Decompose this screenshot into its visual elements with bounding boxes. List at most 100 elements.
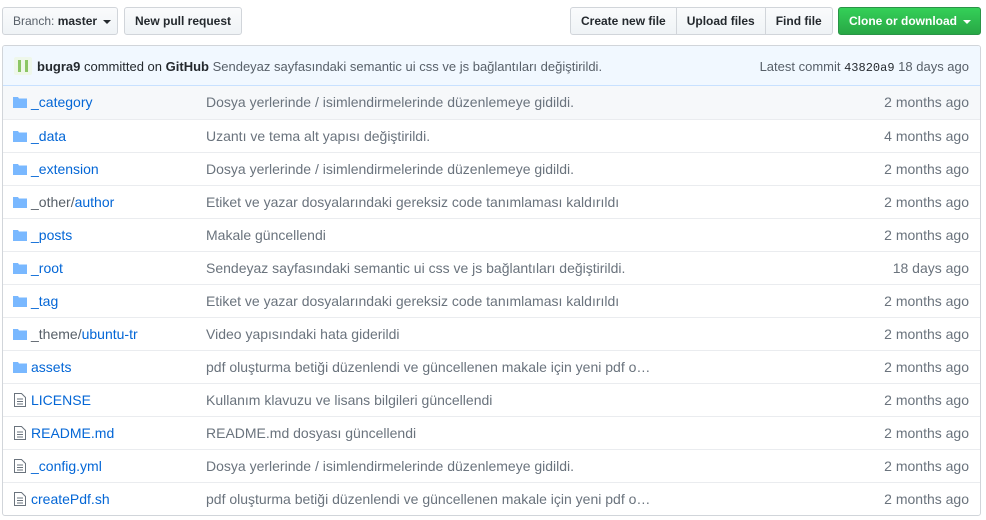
file-age: 2 months ago <box>884 491 969 507</box>
file-name-link[interactable]: _category <box>31 94 92 110</box>
file-name-link[interactable]: _data <box>31 128 66 144</box>
file-row[interactable]: _tag Etiket ve yazar dosyalarındaki gerek… <box>3 284 980 317</box>
file-row[interactable]: createPdf.sh pdf oluşturma betiği düzenle… <box>3 482 980 515</box>
clone-or-download-button[interactable]: Clone or download <box>838 7 981 35</box>
file-commit-message-link[interactable]: pdf oluşturma betiği düzenlendi ve günce… <box>206 491 676 507</box>
file-row[interactable]: _category Dosya yerlerinde / isimlendirme… <box>3 86 980 119</box>
file-name-text: _posts <box>31 227 73 243</box>
commit-author-link[interactable]: bugra9 <box>37 59 80 74</box>
file-name-link[interactable]: assets <box>31 359 71 375</box>
file-commit-message-link[interactable]: Dosya yerlerinde / isimlendirmelerinde d… <box>206 458 676 474</box>
file-name-link[interactable]: createPdf.sh <box>31 491 110 507</box>
file-commit-message-link[interactable]: Uzantı ve tema alt yapısı değiştirildi. <box>206 128 676 144</box>
branch-name: master <box>57 14 98 28</box>
folder-icon <box>13 294 27 308</box>
file-name-link[interactable]: _extension <box>31 161 99 177</box>
file-name-text: _category <box>31 94 93 110</box>
commit-message-link[interactable]: Sendeyaz sayfasındaki semantic ui css ve… <box>213 59 602 74</box>
file-name-text: author <box>74 194 115 210</box>
folder-icon <box>13 195 27 209</box>
file-row[interactable]: LICENSE Kullanım klavuzu ve lisans bilgil… <box>3 383 980 416</box>
file-age: 2 months ago <box>884 425 969 441</box>
file-commit-message-link[interactable]: Video yapısındaki hata giderildi <box>206 326 676 342</box>
file-name-link[interactable]: README.md <box>31 425 114 441</box>
commit-summary: bugra9 committed on GitHub Sendeyaz sayf… <box>37 59 602 74</box>
file-row[interactable]: _root Sendeyaz sayfasındaki semantic ui c… <box>3 251 980 284</box>
file-name-text: _data <box>31 128 67 144</box>
commit-age: 18 days ago <box>898 59 969 74</box>
file-age: 2 months ago <box>884 293 969 309</box>
file-age: 18 days ago <box>892 260 969 276</box>
file-commit-message-link[interactable]: Dosya yerlerinde / isimlendirmelerinde d… <box>206 94 676 110</box>
file-name-link[interactable]: _other/author <box>31 194 114 210</box>
folder-icon <box>13 228 27 242</box>
create-new-file-button[interactable]: Create new file <box>570 7 677 35</box>
file-name-link[interactable]: _tag <box>31 293 58 309</box>
file-row[interactable]: README.md README.md dosyası güncellendi 2 … <box>3 416 980 449</box>
committed-on-text: committed on <box>83 59 163 74</box>
file-age: 2 months ago <box>884 94 969 110</box>
file-name-text: ubuntu-tr <box>81 326 138 342</box>
file-text-icon <box>13 393 27 407</box>
file-name-text: createPdf.sh <box>31 491 110 507</box>
upload-files-button[interactable]: Upload files <box>675 7 766 35</box>
file-name-link[interactable]: _posts <box>31 227 72 243</box>
file-path-prefix: _theme/ <box>31 326 82 342</box>
repo-toolbar: Branch: master New pull request Create n… <box>0 7 986 35</box>
commit-sha-link[interactable]: 43820a9 <box>844 61 894 75</box>
committer-platform-link[interactable]: GitHub <box>166 59 209 74</box>
folder-icon <box>13 129 27 143</box>
file-text-icon <box>13 459 27 473</box>
avatar[interactable] <box>14 57 32 75</box>
latest-commit-bar: bugra9 committed on GitHub Sendeyaz sayf… <box>3 46 980 86</box>
file-row[interactable]: _theme/ubuntu-tr Video yapısındaki hata g… <box>3 317 980 350</box>
file-row[interactable]: _other/author Etiket ve yazar dosyalarınd… <box>3 185 980 218</box>
file-commit-message-link[interactable]: Etiket ve yazar dosyalarındaki gereksiz … <box>206 194 676 210</box>
file-row[interactable]: _posts Makale güncellendi 2 months ago <box>3 218 980 251</box>
file-name-text: LICENSE <box>31 392 91 408</box>
file-age: 2 months ago <box>884 227 969 243</box>
file-name-link[interactable]: LICENSE <box>31 392 91 408</box>
new-pull-request-button[interactable]: New pull request <box>124 7 242 35</box>
file-name-link[interactable]: _theme/ubuntu-tr <box>31 326 138 342</box>
folder-icon <box>13 360 27 374</box>
find-file-button[interactable]: Find file <box>764 7 833 35</box>
latest-commit-info: Latest commit 43820a9 18 days ago <box>760 59 969 75</box>
file-name-text: _extension <box>31 161 99 177</box>
branch-select-button[interactable]: Branch: master <box>2 7 118 35</box>
file-commit-message-link[interactable]: Etiket ve yazar dosyalarındaki gereksiz … <box>206 293 676 309</box>
caret-down-icon <box>103 19 112 24</box>
file-name-text: _config.yml <box>31 458 102 474</box>
file-age: 2 months ago <box>884 359 969 375</box>
file-path-prefix: _other/ <box>31 194 75 210</box>
file-age: 2 months ago <box>884 392 969 408</box>
branch-label: Branch: <box>13 14 55 28</box>
folder-icon <box>13 327 27 341</box>
file-commit-message-link[interactable]: Kullanım klavuzu ve lisans bilgileri gün… <box>206 392 676 408</box>
file-name-text: _tag <box>31 293 59 309</box>
file-age: 2 months ago <box>884 194 969 210</box>
file-text-icon <box>13 426 27 440</box>
file-name-text: assets <box>31 359 72 375</box>
file-name-text: _root <box>31 260 63 276</box>
latest-commit-label: Latest commit <box>759 59 841 74</box>
file-name-text: README.md <box>31 425 115 441</box>
file-row[interactable]: assets pdf oluşturma betiği düzenlendi ve… <box>3 350 980 383</box>
file-browser: bugra9 committed on GitHub Sendeyaz sayf… <box>2 45 981 516</box>
file-commit-message-link[interactable]: pdf oluşturma betiği düzenlendi ve günce… <box>206 359 676 375</box>
file-name-link[interactable]: _config.yml <box>31 458 102 474</box>
file-age: 2 months ago <box>884 458 969 474</box>
file-row[interactable]: _extension Dosya yerlerinde / isimlendirm… <box>3 152 980 185</box>
file-commit-message-link[interactable]: README.md dosyası güncellendi <box>206 425 676 441</box>
file-commit-message-link[interactable]: Dosya yerlerinde / isimlendirmelerinde d… <box>206 161 676 177</box>
file-actions-group: Create new file Upload files Find file <box>570 7 833 35</box>
file-name-link[interactable]: _root <box>31 260 63 276</box>
file-row[interactable]: _config.yml Dosya yerlerinde / isimlendir… <box>3 449 980 482</box>
file-age: 2 months ago <box>884 326 969 342</box>
file-commit-message-link[interactable]: Sendeyaz sayfasındaki semantic ui css ve… <box>206 260 676 276</box>
file-commit-message-link[interactable]: Makale güncellendi <box>206 227 676 243</box>
clone-label: Clone or download <box>849 14 957 28</box>
folder-icon <box>13 261 27 275</box>
folder-icon <box>13 95 27 109</box>
file-row[interactable]: _data Uzantı ve tema alt yapısı değiştiri… <box>3 119 980 152</box>
